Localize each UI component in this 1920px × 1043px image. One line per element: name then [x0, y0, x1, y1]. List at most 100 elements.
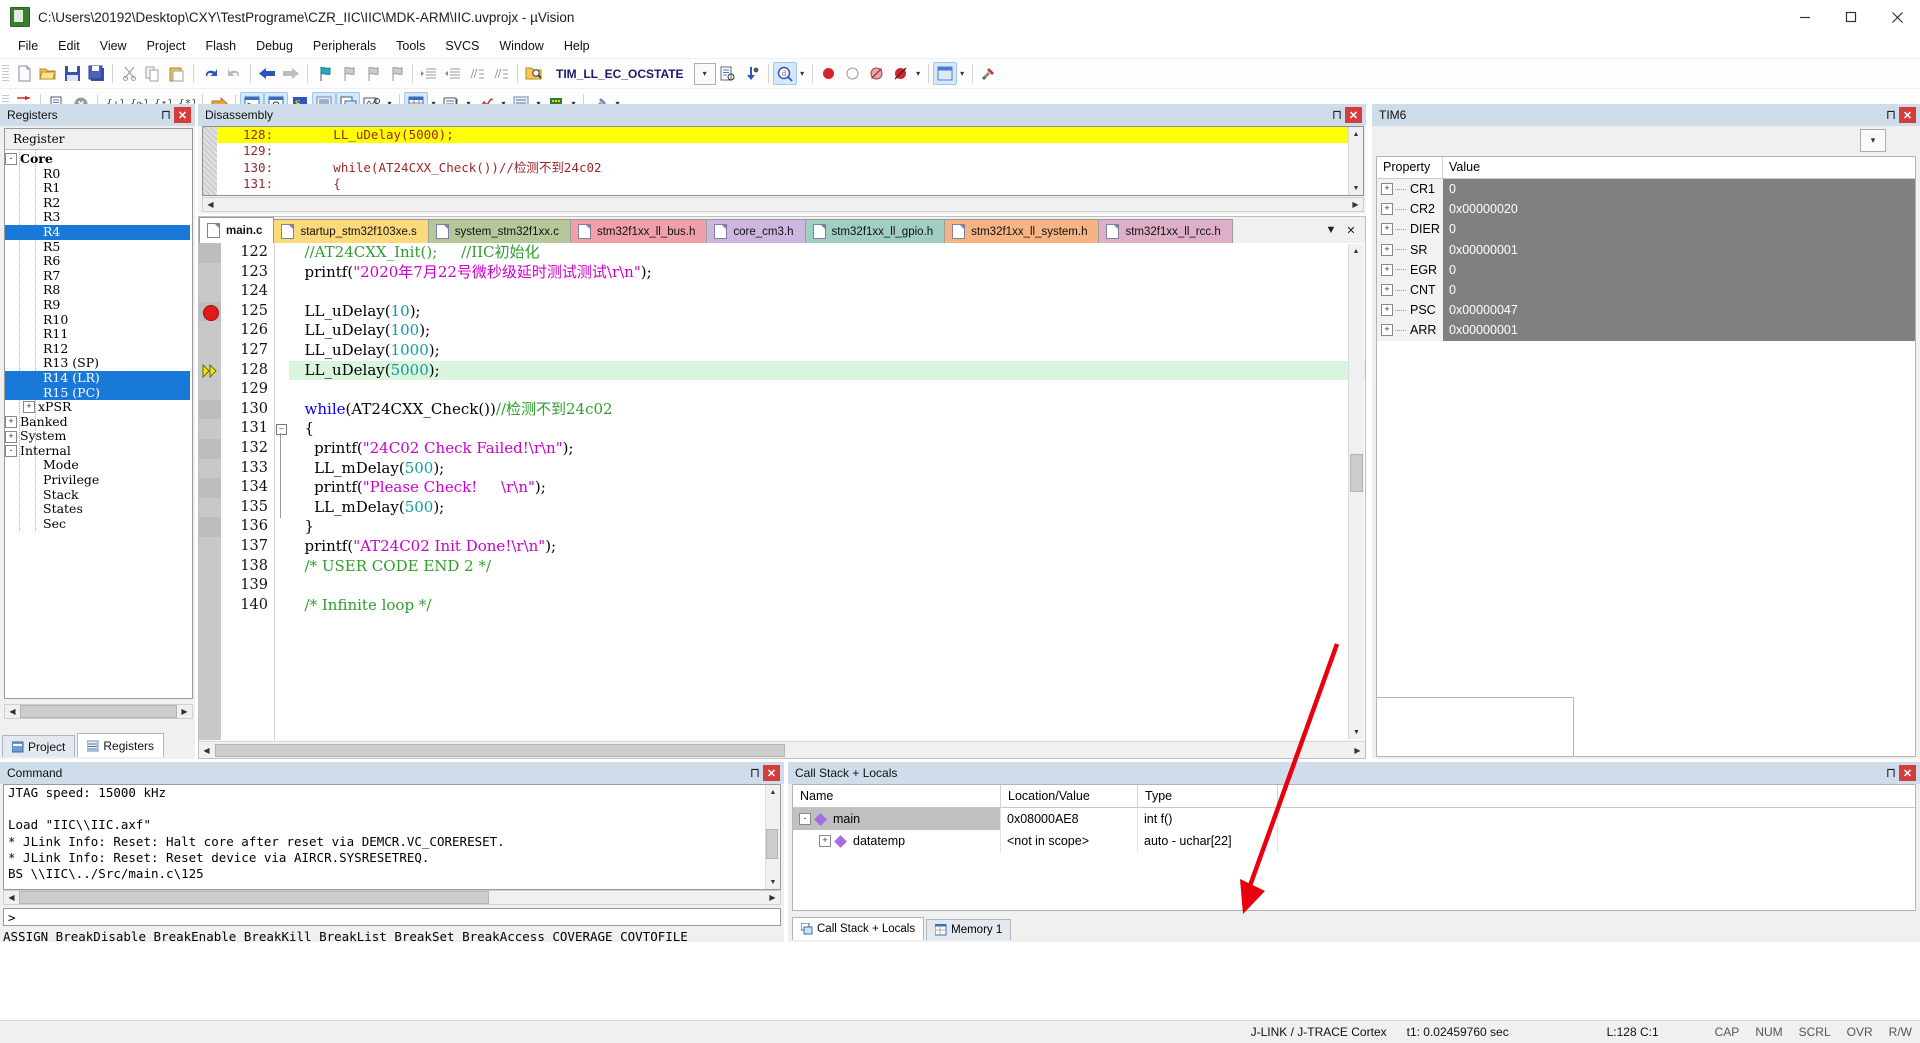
undo-icon[interactable] [198, 62, 222, 85]
tim6-row[interactable]: + PSC 0x00000047 [1377, 300, 1915, 321]
scroll-thumb[interactable] [20, 705, 177, 718]
tim6-row[interactable]: + CNT 0 [1377, 279, 1915, 301]
kill-all-breakpoints-icon[interactable] [889, 62, 913, 85]
chevron-down-icon[interactable]: ▾ [693, 62, 716, 85]
expand-icon[interactable]: + [1381, 263, 1393, 276]
menu-help[interactable]: Help [554, 36, 600, 56]
scroll-right-icon[interactable]: ▶ [177, 705, 192, 718]
register-row[interactable]: R3 [5, 210, 192, 225]
scroll-left-icon[interactable]: ◀ [203, 198, 218, 211]
tab-project[interactable]: Project [2, 735, 76, 757]
register-row[interactable]: R2 [5, 195, 192, 211]
scroll-left-icon[interactable]: ◀ [199, 743, 214, 757]
register-row[interactable]: + xPSR [5, 399, 192, 415]
register-row[interactable]: R4 [5, 224, 190, 240]
register-row[interactable]: R0 [5, 166, 192, 182]
menu-svcs[interactable]: SVCS [435, 36, 489, 56]
indent-decrease-icon[interactable] [441, 62, 465, 85]
tim6-rows[interactable]: + CR1 0 + CR2 0x00000020 + DIER 0 + SR 0x00000001 + E… [1377, 179, 1915, 341]
close-icon[interactable]: ✕ [1899, 107, 1916, 123]
tim6-value-cell[interactable]: 0 [1443, 219, 1915, 240]
tim6-value-cell[interactable]: 0 [1443, 259, 1915, 280]
expand-icon[interactable]: + [1381, 284, 1393, 297]
callstack-row[interactable]: - main 0x08000AE8 int f() [793, 808, 1915, 830]
register-row[interactable]: R8 [5, 283, 192, 298]
editor-tabstrip[interactable]: main.c startup_stm32f103xe.s system_stm32f… [199, 217, 1365, 243]
scroll-thumb[interactable] [1350, 454, 1363, 492]
editor-tab-system-stm32f1xx-c[interactable]: system_stm32f1xx.c [427, 219, 571, 243]
search-dropdown[interactable]: ▾ [693, 62, 716, 85]
pin-icon[interactable]: ⊓ [750, 765, 760, 781]
register-row[interactable]: Mode [5, 458, 192, 473]
debug-search-icon[interactable]: d [772, 62, 797, 85]
bookmark-clear-icon[interactable] [384, 62, 408, 85]
code-line[interactable]: while(AT24CXX_Check())//检测不到24c02 [289, 400, 1365, 420]
maximize-button[interactable] [1828, 0, 1874, 34]
editor-tab-stm32f1xx-ll-gpio-h[interactable]: stm32f1xx_ll_gpio.h [804, 219, 946, 243]
menu-window[interactable]: Window [489, 36, 553, 56]
scroll-left-icon[interactable]: ◀ [5, 705, 20, 718]
callstack-rows[interactable]: - main 0x08000AE8 int f() + datatemp <not in s… [793, 808, 1915, 852]
tim6-value-cell[interactable]: 0x00000001 [1443, 320, 1915, 341]
tim6-value-cell[interactable]: 0x00000020 [1443, 199, 1915, 220]
register-row[interactable]: Stack [5, 487, 192, 503]
code-line[interactable]: LL_uDelay(100); [289, 321, 1365, 341]
tim6-value-cell[interactable]: 0x00000047 [1443, 300, 1915, 321]
pin-icon[interactable]: ⊓ [1886, 107, 1896, 123]
registers-tree-container[interactable]: Register - Core R0 R1 R2 R3 R4 R5 R6 R7 R8 R9 R10 R11… [4, 128, 193, 699]
tim6-row[interactable]: + DIER 0 [1377, 219, 1915, 240]
code-line[interactable] [289, 576, 1365, 596]
close-button[interactable] [1874, 0, 1920, 34]
scroll-thumb[interactable] [19, 891, 489, 904]
scroll-up-icon[interactable]: ▲ [766, 785, 780, 799]
expand-icon[interactable]: + [1381, 324, 1393, 337]
goto-definition-icon[interactable] [740, 62, 764, 85]
register-row[interactable]: R15 (PC) [5, 385, 190, 401]
expand-icon[interactable]: + [1381, 183, 1393, 196]
comment-lines-icon[interactable] [465, 62, 489, 85]
disassembly-hscrollbar[interactable]: ◀ ▶ [202, 197, 1364, 212]
disassembly-body[interactable]: 128: LL_uDelay(5000); 129: 130: while(AT2… [202, 126, 1364, 196]
chevron-down-icon[interactable]: ▾ [1860, 128, 1886, 152]
window-layout-dropdown-icon[interactable]: ▾ [957, 62, 968, 85]
close-icon[interactable]: ✕ [1345, 107, 1362, 123]
code-line[interactable]: LL_uDelay(1000); [289, 341, 1365, 361]
close-icon[interactable]: ✕ [763, 765, 780, 781]
scroll-thumb[interactable] [215, 743, 785, 757]
scroll-up-icon[interactable]: ▲ [1349, 244, 1363, 258]
tab-memory-1[interactable]: Memory 1 [926, 919, 1012, 940]
tab-registers[interactable]: Registers [77, 733, 165, 757]
pin-icon[interactable]: ⊓ [1332, 107, 1342, 123]
tim6-row[interactable]: + EGR 0 [1377, 259, 1915, 280]
register-row[interactable]: R5 [5, 239, 192, 255]
tim6-value-cell[interactable]: 0x00000001 [1443, 239, 1915, 260]
disassembly-line[interactable]: 129: [217, 143, 1349, 159]
tim6-value-cell[interactable]: 0 [1443, 179, 1915, 200]
expand-icon[interactable]: + [1381, 223, 1393, 236]
code-line[interactable]: printf("24C02 Check Failed!\r\n"); [289, 439, 1365, 459]
expand-icon[interactable]: + [1381, 304, 1393, 317]
menu-peripherals[interactable]: Peripherals [303, 36, 386, 56]
redo-icon[interactable] [222, 62, 246, 85]
disassembly-line[interactable]: 132: printf("24C02 Check Failed!\r\n"); [217, 193, 1349, 195]
scroll-left-icon[interactable]: ◀ [4, 891, 19, 904]
scroll-down-icon[interactable]: ▼ [1349, 181, 1363, 195]
save-icon[interactable] [60, 62, 84, 85]
find-in-files-icon[interactable] [522, 62, 546, 85]
editor-hscrollbar[interactable]: ◀ ▶ [199, 741, 1365, 758]
scroll-right-icon[interactable]: ▶ [765, 891, 780, 904]
tim6-row[interactable]: + CR1 0 [1377, 179, 1915, 200]
editor-tab-core-cm3-h[interactable]: core_cm3.h [706, 219, 806, 243]
code-line[interactable]: printf("AT24C02 Init Done!\r\n"); [289, 537, 1365, 557]
register-row[interactable]: States [5, 502, 192, 517]
search-input[interactable]: TIM_LL_EC_OCSTATE [550, 67, 690, 81]
scroll-thumb[interactable] [766, 829, 778, 859]
register-row[interactable]: R7 [5, 268, 192, 284]
code-line[interactable]: LL_mDelay(500); [289, 459, 1365, 479]
breakpoint-icon[interactable] [817, 62, 841, 85]
code-line[interactable]: printf("Please Check! \r\n"); [289, 478, 1365, 498]
disassembly-line[interactable]: 131: { [217, 176, 1349, 192]
bookmark-prev-icon[interactable] [336, 62, 360, 85]
callstack-name-cell[interactable]: - main [793, 808, 1001, 830]
pin-icon[interactable]: ⊓ [161, 107, 171, 123]
